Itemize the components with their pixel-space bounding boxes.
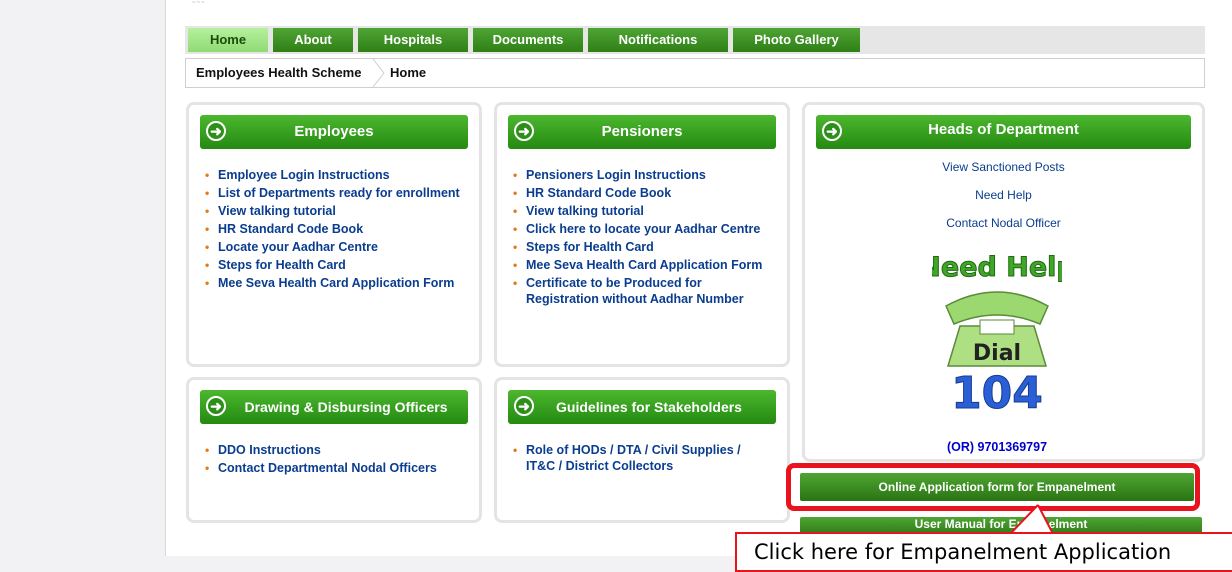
ddo-links: DDO Instructions Contact Departmental No… xyxy=(203,442,465,478)
link-need-help[interactable]: Need Help xyxy=(805,188,1202,202)
link-contact-nodal-officer[interactable]: Contact Nodal Officer xyxy=(805,216,1202,230)
tab-home[interactable]: Home xyxy=(188,28,268,52)
link-mee-seva-form[interactable]: Mee Seva Health Card Application Form xyxy=(203,275,465,291)
link-role-of-hods[interactable]: Role of HODs / DTA / Civil Supplies / IT… xyxy=(511,442,773,474)
tab-documents[interactable]: Documents xyxy=(473,28,583,52)
link-certificate-without-aadhar[interactable]: Certificate to be Produced for Registrat… xyxy=(511,275,773,307)
guidelines-title: Guidelines for Stakeholders xyxy=(556,399,742,415)
breadcrumb-separator-icon xyxy=(372,59,385,87)
link-pensioners-login-instructions[interactable]: Pensioners Login Instructions xyxy=(511,167,773,183)
tab-hospitals[interactable]: Hospitals xyxy=(358,28,468,52)
link-steps-health-card[interactable]: Steps for Health Card xyxy=(511,239,773,255)
tab-photo-gallery[interactable]: Photo Gallery xyxy=(733,28,860,52)
employees-title: Employees xyxy=(294,123,374,140)
link-view-talking-tutorial[interactable]: View talking tutorial xyxy=(511,203,773,219)
breadcrumb-item-home: Home xyxy=(390,65,427,80)
pensioners-panel: ➜ Pensioners Pensioners Login Instructio… xyxy=(494,102,790,367)
ddo-header: ➜ Drawing & Disbursing Officers xyxy=(200,390,468,424)
breadcrumb: Employees Health Scheme Home xyxy=(185,58,1205,88)
callout-text: Click here for Empanelment Application xyxy=(754,540,1172,564)
link-contact-departmental-nodal-officers[interactable]: Contact Departmental Nodal Officers xyxy=(203,460,465,476)
link-employee-login-instructions[interactable]: Employee Login Instructions xyxy=(203,167,465,183)
callout-box: Click here for Empanelment Application xyxy=(735,532,1232,572)
link-locate-aadhar-centre[interactable]: Click here to locate your Aadhar Centre xyxy=(511,221,773,237)
need-help-image-text: Need Help xyxy=(932,252,1062,283)
link-hr-standard-code-book[interactable]: HR Standard Code Book xyxy=(511,185,773,201)
need-help-image-number: 104 xyxy=(951,368,1043,418)
employees-links: Employee Login Instructions List of Depa… xyxy=(203,167,465,293)
link-view-sanctioned-posts[interactable]: View Sanctioned Posts xyxy=(805,160,1202,174)
guidelines-links: Role of HODs / DTA / Civil Supplies / IT… xyxy=(511,442,773,476)
link-hr-standard-code-book[interactable]: HR Standard Code Book xyxy=(203,221,465,237)
logo-fragment-icon: ~~~ xyxy=(192,0,206,6)
tab-notifications[interactable]: Notifications xyxy=(588,28,728,52)
hod-title: Heads of Department xyxy=(928,121,1079,138)
alternate-phone-number: (OR) 9701369797 xyxy=(946,440,1048,454)
guidelines-header: ➜ Guidelines for Stakeholders xyxy=(508,390,776,424)
employees-panel: ➜ Employees Employee Login Instructions … xyxy=(186,102,482,367)
employees-header: ➜ Employees xyxy=(200,115,468,149)
tab-about[interactable]: About xyxy=(273,28,353,52)
need-help-image-dial: Dial xyxy=(973,341,1021,366)
link-view-talking-tutorial[interactable]: View talking tutorial xyxy=(203,203,465,219)
need-help-dial-104-image[interactable]: Need Help Dial 104 xyxy=(932,248,1062,419)
guidelines-panel: ➜ Guidelines for Stakeholders Role of HO… xyxy=(494,377,790,523)
ddo-panel: ➜ Drawing & Disbursing Officers DDO Inst… xyxy=(186,377,482,523)
hod-header: ➜ Heads of Department xyxy=(816,115,1191,149)
link-list-of-departments[interactable]: List of Departments ready for enrollment xyxy=(203,185,465,201)
pensioners-header: ➜ Pensioners xyxy=(508,115,776,149)
pensioners-title: Pensioners xyxy=(601,123,683,140)
link-ddo-instructions[interactable]: DDO Instructions xyxy=(203,442,465,458)
link-steps-health-card[interactable]: Steps for Health Card xyxy=(203,257,465,273)
main-navigation: Home About Hospitals Documents Notificat… xyxy=(185,26,1205,54)
breadcrumb-item-scheme[interactable]: Employees Health Scheme xyxy=(196,59,361,87)
link-locate-aadhar-centre[interactable]: Locate your Aadhar Centre xyxy=(203,239,465,255)
ddo-title: Drawing & Disbursing Officers xyxy=(244,399,448,415)
pensioners-links: Pensioners Login Instructions HR Standar… xyxy=(511,167,773,309)
link-mee-seva-form[interactable]: Mee Seva Health Card Application Form xyxy=(511,257,773,273)
highlight-box xyxy=(786,463,1200,511)
